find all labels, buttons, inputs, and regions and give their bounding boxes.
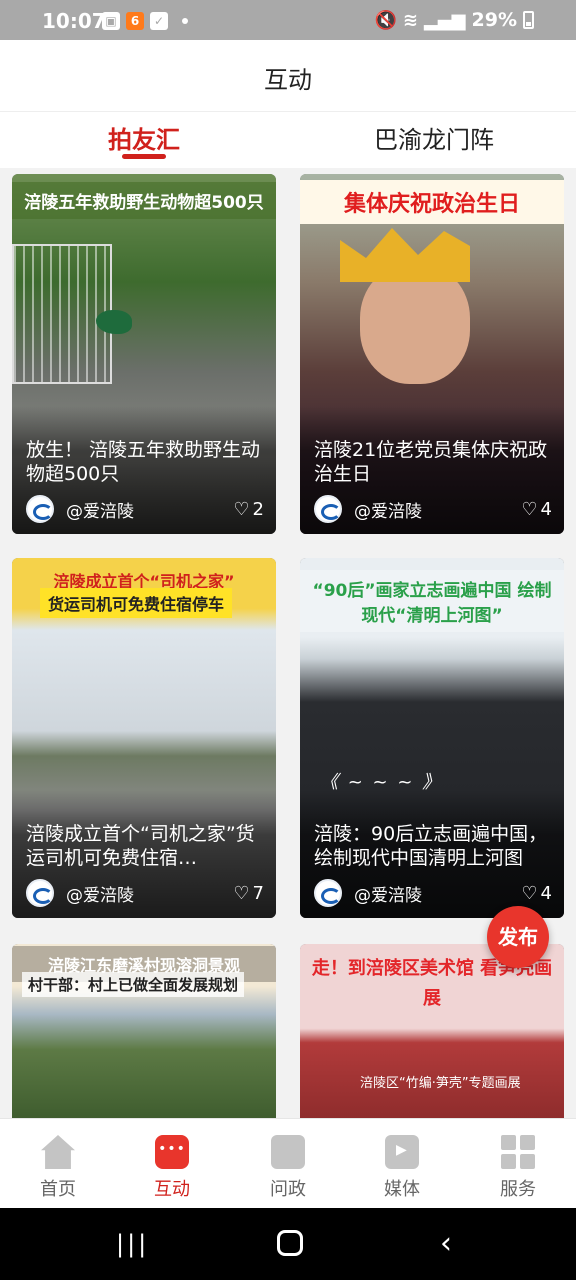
post-title: 放生！ 涪陵五年救助野生动物超500只: [26, 439, 261, 485]
exhibition-sign-text: 涪陵区“竹编·笋壳”专题画展: [360, 1076, 521, 1091]
like-button[interactable]: ♡ 4: [521, 499, 552, 520]
chat-icon: [155, 1135, 189, 1169]
cage-graphic: [12, 244, 112, 384]
back-button[interactable]: ‹: [440, 1226, 452, 1261]
signal-icon: ▂▄▆: [423, 9, 466, 31]
home-button[interactable]: [277, 1230, 303, 1256]
author-row: @爱涪陵 ♡ 7: [26, 878, 264, 908]
tab-paiyouhui[interactable]: 拍友汇: [108, 120, 180, 155]
status-bar: 10:07 ▣ 6 ✓ 🔇 ≋ ▂▄▆ 29%: [0, 0, 576, 40]
tab-bar: 拍友汇 巴渝龙门阵: [0, 112, 576, 168]
image-banner-text: “90后”画家立志画遍中国 绘制现代“清明上河图”: [300, 570, 564, 632]
author-avatar[interactable]: [314, 495, 342, 523]
status-time: 10:07: [42, 9, 106, 33]
app-screen: 10:07 ▣ 6 ✓ 🔇 ≋ ▂▄▆ 29% 互动 拍友汇 巴渝龙门阵 涪陵五…: [0, 0, 576, 1280]
nav-label: 媒体: [384, 1179, 420, 1200]
nav-label: 服务: [500, 1179, 536, 1200]
feed[interactable]: 涪陵五年救助野生动物超500只 放生！ 涪陵五年救助野生动物超500只 @爱涪陵…: [0, 168, 576, 1118]
recents-button[interactable]: |||: [116, 1230, 149, 1258]
image-banner-text: 涪陵五年救助野生动物超500只: [12, 182, 276, 219]
image-banner-subtext: 货运司机可免费住宿停车: [40, 588, 233, 618]
post-title: 涪陵：90后立志画遍中国，绘制现代中国清明上河图: [314, 823, 548, 869]
author-avatar[interactable]: [314, 879, 342, 907]
elder-face-graphic: [360, 264, 470, 384]
heart-icon: ♡: [521, 498, 538, 520]
author-row: @爱涪陵 ♡ 2: [26, 494, 264, 524]
post-card[interactable]: 涪陵江东磨溪村现溶洞景观 村干部：村上已做全面发展规划: [12, 944, 276, 1118]
media-icon: [385, 1135, 419, 1169]
grid-icon: [501, 1135, 535, 1169]
nav-label: 互动: [154, 1179, 190, 1200]
image-icon: ▣: [102, 12, 120, 30]
author-name[interactable]: @爱涪陵: [354, 497, 422, 522]
like-button[interactable]: ♡ 4: [521, 883, 552, 904]
home-icon: [41, 1135, 75, 1169]
heart-icon: ♡: [233, 882, 250, 904]
nav-item-service[interactable]: 服务: [478, 1135, 558, 1201]
system-nav-bar: ||| ‹: [0, 1208, 576, 1280]
author-avatar[interactable]: [26, 495, 54, 523]
author-row: @爱涪陵 ♡ 4: [314, 878, 552, 908]
like-count: 7: [252, 882, 264, 904]
nav-label: 问政: [270, 1179, 306, 1200]
app-badge-icon: 6: [126, 12, 144, 30]
post-title: 涪陵成立首个“司机之家”货运司机可免费住宿…: [26, 823, 255, 869]
image-banner-subtext: 村干部：村上已做全面发展规划: [22, 972, 245, 997]
wifi-icon: ≋: [402, 9, 418, 31]
page-title: 互动: [264, 66, 312, 94]
publish-button[interactable]: 发布: [487, 906, 549, 968]
status-icons-left: ▣ 6 ✓: [102, 12, 188, 30]
nav-item-wenzheng[interactable]: 问政: [248, 1135, 328, 1201]
mute-icon: 🔇: [374, 9, 397, 31]
post-card[interactable]: 集体庆祝政治生日 涪陵21位老党员集体庆祝政治生日 @爱涪陵 ♡ 4: [300, 174, 564, 534]
author-name[interactable]: @爱涪陵: [66, 497, 134, 522]
author-name[interactable]: @爱涪陵: [354, 881, 422, 906]
like-button[interactable]: ♡ 2: [233, 499, 264, 520]
heart-icon: ♡: [521, 882, 538, 904]
header: 互动: [0, 40, 576, 112]
like-button[interactable]: ♡ 7: [233, 883, 264, 904]
document-icon: [271, 1135, 305, 1169]
tab-bayu-longmenzhen[interactable]: 巴渝龙门阵: [374, 120, 494, 155]
tab-active-indicator: [122, 154, 166, 159]
check-icon: ✓: [150, 12, 168, 30]
post-card[interactable]: 涪陵成立首个“司机之家” 货运司机可免费住宿停车 涪陵成立首个“司机之家”货运司…: [12, 558, 276, 918]
author-avatar[interactable]: [26, 879, 54, 907]
nav-item-interact[interactable]: 互动: [132, 1135, 212, 1201]
author-row: @爱涪陵 ♡ 4: [314, 494, 552, 524]
battery-percent: 29%: [471, 9, 517, 31]
like-count: 4: [540, 498, 552, 520]
heart-icon: ♡: [233, 498, 250, 520]
status-icons-right: 🔇 ≋ ▂▄▆ 29%: [374, 9, 534, 31]
dot-icon: [182, 18, 188, 24]
like-count: 4: [540, 882, 552, 904]
post-card[interactable]: “90后”画家立志画遍中国 绘制现代“清明上河图” 《 ~ ~ ~ 》 涪陵：9…: [300, 558, 564, 918]
like-count: 2: [252, 498, 264, 520]
nav-label: 首页: [40, 1179, 76, 1200]
nav-item-home[interactable]: 首页: [18, 1135, 98, 1201]
pheasant-graphic: [96, 310, 132, 334]
post-card[interactable]: 走！到涪陵区美术馆 看笋壳画展 涪陵区“竹编·笋壳”专题画展: [300, 944, 564, 1118]
battery-icon: [523, 11, 534, 29]
nav-item-media[interactable]: 媒体: [362, 1135, 442, 1201]
image-banner-text: 集体庆祝政治生日: [300, 180, 564, 224]
bottom-nav: 首页 互动 问政 媒体 服务: [0, 1118, 576, 1208]
post-title: 涪陵21位老党员集体庆祝政治生日: [314, 439, 548, 485]
crown-graphic: [340, 228, 470, 282]
post-card[interactable]: 涪陵五年救助野生动物超500只 放生！ 涪陵五年救助野生动物超500只 @爱涪陵…: [12, 174, 276, 534]
author-name[interactable]: @爱涪陵: [66, 881, 134, 906]
